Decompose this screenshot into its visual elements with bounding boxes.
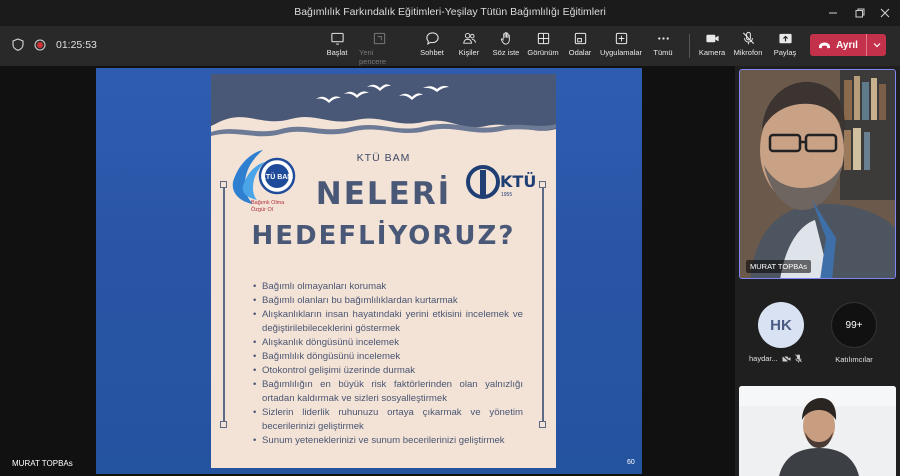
participant-name-tag: MURAT TOPBAs	[746, 260, 811, 273]
toolbar-divider	[689, 34, 690, 58]
list-item: Sunum yeteneklerinizi ve sunum beceriler…	[253, 434, 523, 448]
slide-page-number: 60	[627, 459, 635, 466]
microphone-button[interactable]: Mikrofon	[728, 31, 768, 57]
camera-off-icon	[781, 354, 791, 363]
view-button[interactable]: Görünüm	[523, 31, 563, 57]
apps-button[interactable]: Uygulamalar	[600, 31, 642, 57]
decorative-rail-right	[542, 184, 544, 424]
close-icon[interactable]	[870, 0, 900, 26]
start-icon	[330, 32, 344, 45]
meeting-status: 01:25:53	[12, 38, 97, 51]
new-window-icon	[373, 32, 385, 45]
participant-video-secondary[interactable]	[739, 386, 896, 476]
decorative-rail-left	[223, 184, 225, 424]
avatar-name-row: haydar...	[749, 354, 802, 363]
participant-video-main[interactable]: MURAT TOPBAs	[739, 69, 896, 279]
new-window-button[interactable]: Yeni pencere	[359, 31, 399, 66]
rail-end	[539, 181, 546, 188]
camera-icon	[705, 34, 719, 43]
start-button[interactable]: Başlat	[317, 31, 357, 57]
presenter-name: MURAT TOPBAs	[12, 459, 73, 468]
recording-icon	[34, 39, 46, 50]
rail-end	[220, 181, 227, 188]
leave-main[interactable]: Ayrıl	[810, 40, 866, 51]
chat-icon	[425, 32, 439, 45]
share-icon	[778, 33, 792, 44]
chevron-down-icon[interactable]	[866, 34, 886, 56]
camera-button[interactable]: Kamera	[692, 31, 732, 57]
shared-content-stage: KTÜ BAM Bağımlı Olma Özgür Ol KTÜ BAM KT…	[0, 66, 735, 476]
avatar[interactable]: HK	[758, 302, 804, 348]
shield-icon	[12, 38, 24, 51]
webcam-feed	[739, 386, 896, 476]
slide-headline-line2: HEDEFLİYORUZ?	[251, 221, 516, 251]
share-button[interactable]: Paylaş	[765, 31, 805, 57]
chat-button[interactable]: Sohbet	[412, 31, 452, 57]
wave-header	[211, 74, 556, 137]
people-button[interactable]: Kişiler	[449, 31, 489, 57]
view-icon	[537, 32, 549, 45]
raise-hand-icon	[500, 32, 510, 45]
title-bar: Bağımlılık Farkındalık Eğitimleri-Yeşila…	[0, 0, 900, 26]
list-item: Otokontrol gelişimi üzerinde durmak	[253, 364, 523, 378]
list-item: Bağımlılığın en büyük risk faktörlerinde…	[253, 378, 523, 406]
mic-off-icon	[794, 354, 802, 363]
rooms-icon	[574, 32, 586, 45]
people-icon	[462, 32, 476, 44]
rail-end	[539, 421, 546, 428]
rooms-button[interactable]: Odalar	[560, 31, 600, 57]
window-title: Bağımlılık Farkındalık Eğitimleri-Yeşila…	[294, 6, 606, 18]
slide-headline-line1: NELERİ	[315, 176, 452, 212]
presentation-slide: KTÜ BAM Bağımlı Olma Özgür Ol KTÜ BAM KT…	[211, 74, 556, 468]
list-item: Alışkanlık döngüsünü incelemek	[253, 336, 523, 350]
more-icon	[657, 37, 669, 40]
rail-end	[220, 421, 227, 428]
more-button[interactable]: Tümü	[643, 31, 683, 57]
webcam-feed	[740, 70, 895, 278]
list-item: Sizlerin liderlik ruhunuzu ortaya çıkarm…	[253, 406, 523, 434]
list-item: Bağımlı olmayanları korumak	[253, 280, 523, 294]
meeting-toolbar: 01:25:53 Başlat Yeni pencere Sohbet Kişi…	[0, 26, 900, 66]
list-item: Bağımlı olanları bu bağımlılıklardan kur…	[253, 294, 523, 308]
hang-up-icon	[819, 42, 831, 48]
goals-list: Bağımlı olmayanları korumak Bağımlı olan…	[253, 280, 523, 448]
list-item: Bağımlılık döngüsünü incelemek	[253, 350, 523, 364]
participant-count[interactable]: 99+	[831, 302, 877, 348]
minimize-icon[interactable]	[818, 0, 848, 26]
list-item: Alışkanlıkların insan hayatındaki yerini…	[253, 308, 523, 336]
mic-off-icon	[742, 31, 754, 45]
participants-panel: MURAT TOPBAs HK haydar... 99+ Katılımcıl…	[735, 66, 900, 476]
meeting-timer: 01:25:53	[56, 38, 97, 51]
apps-icon	[615, 32, 627, 45]
leave-button[interactable]: Ayrıl	[810, 34, 886, 56]
raise-hand-button[interactable]: Söz iste	[486, 31, 526, 57]
participant-count-label: Katılımcılar	[835, 355, 873, 364]
